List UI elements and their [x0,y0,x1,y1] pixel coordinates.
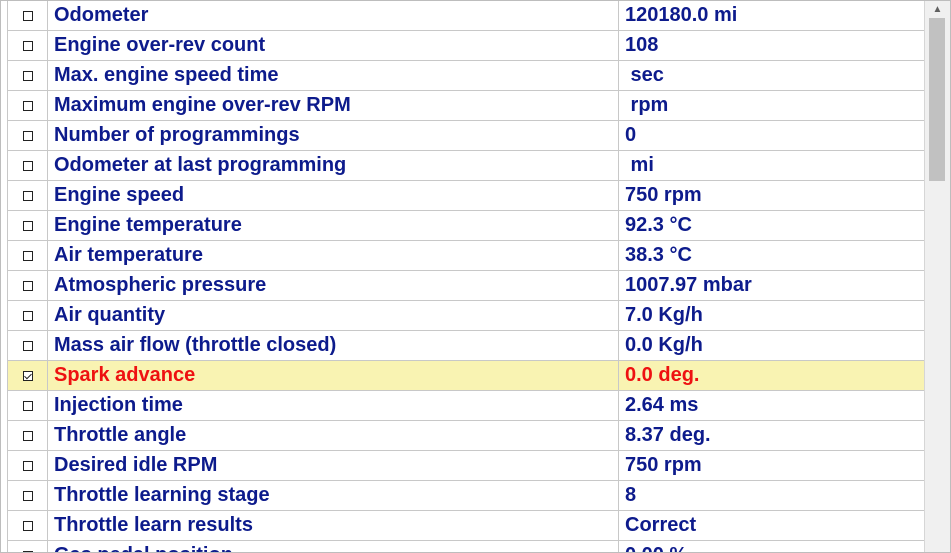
row-checkbox[interactable] [22,340,33,351]
parameter-value: 1007.97 mbar [625,274,752,296]
parameter-name: Air temperature [48,241,619,270]
parameter-value: 120180.0 mi [625,4,738,26]
parameter-value: 0.00 % [619,541,925,552]
parameter-value: 0 [625,124,637,146]
parameter-value: 7.0 Kg/h [625,304,703,326]
row-checkbox-cell[interactable] [8,61,48,90]
row-checkbox-cell[interactable] [8,241,48,270]
parameter-name: Throttle learning stage [48,481,619,510]
table-row[interactable]: Maximum engine over-rev RPM rpm [8,91,925,121]
table-row[interactable]: Throttle learning stage 8 [8,481,925,511]
parameter-value: 0.0 deg. [625,364,700,386]
row-checkbox-cell[interactable] [8,301,48,330]
row-checkbox[interactable] [22,520,33,531]
vertical-scrollbar[interactable]: ▲ [924,1,950,552]
row-checkbox-cell[interactable] [8,331,48,360]
table-row[interactable]: Atmospheric pressure 1007.97 mbar [8,271,925,301]
row-checkbox[interactable] [22,130,33,141]
parameter-name: Maximum engine over-rev RPM [48,91,619,120]
row-checkbox-cell[interactable] [8,31,48,60]
row-checkbox-cell[interactable] [8,181,48,210]
table-row[interactable]: Throttle angle 8.37 deg. [8,421,925,451]
parameter-value: Correct [625,514,697,536]
table-row[interactable]: Odometer at last programming mi [8,151,925,181]
row-checkbox[interactable] [22,280,33,291]
parameter-value: 108 [625,34,659,56]
table-row[interactable]: Throttle learn results Correct [8,511,925,541]
parameter-value: mi [625,154,654,176]
parameter-list-window: Odometer 120180.0 mi Engine over-rev count… [0,0,951,553]
parameter-value: 92.3 °C [625,214,692,236]
row-checkbox[interactable] [22,490,33,501]
row-checkbox[interactable] [22,10,33,21]
row-checkbox-cell[interactable] [8,1,48,30]
parameter-name: Engine temperature [48,211,619,240]
parameter-value: 0.0 Kg/h [625,334,703,356]
row-checkbox-cell[interactable] [8,121,48,150]
row-checkbox[interactable] [22,160,33,171]
row-checkbox[interactable] [22,400,33,411]
table-row[interactable]: Number of programmings 0 [8,121,925,151]
row-checkbox[interactable] [22,100,33,111]
row-checkbox-cell[interactable] [8,421,48,450]
parameter-name: Injection time [48,391,619,420]
row-checkbox[interactable] [22,220,33,231]
row-checkbox-cell[interactable] [8,481,48,510]
table-row[interactable]: Engine speed 750 rpm [8,181,925,211]
parameter-name: Throttle learn results [48,511,619,540]
row-checkbox[interactable] [22,460,33,471]
parameter-name: Odometer at last programming [48,151,619,180]
parameter-value: 38.3 °C [625,244,692,266]
table-row[interactable]: Gas pedal position0.00 % [8,541,925,552]
row-checkbox[interactable] [22,430,33,441]
row-checkbox-cell[interactable] [8,271,48,300]
parameter-name: Air quantity [48,301,619,330]
row-checkbox-cell[interactable] [8,451,48,480]
parameter-table: Odometer 120180.0 mi Engine over-rev count… [7,1,925,552]
table-row[interactable]: Engine temperature 92.3 °C [8,211,925,241]
parameter-value: sec [625,64,664,86]
parameter-name: Number of programmings [48,121,619,150]
row-checkbox-cell[interactable] [8,211,48,240]
table-row[interactable]: Desired idle RPM 750 rpm [8,451,925,481]
parameter-name: Spark advance [48,361,619,390]
table-row[interactable]: Max. engine speed time sec [8,61,925,91]
table-row[interactable]: Engine over-rev count 108 [8,31,925,61]
row-checkbox-cell[interactable] [8,91,48,120]
parameter-value: rpm [625,94,669,116]
row-checkbox[interactable] [22,370,33,381]
parameter-name: Mass air flow (throttle closed) [48,331,619,360]
table-row[interactable]: Mass air flow (throttle closed) 0.0 Kg/h [8,331,925,361]
row-checkbox[interactable] [22,70,33,81]
row-checkbox[interactable] [22,250,33,261]
row-checkbox-cell[interactable] [8,541,48,552]
parameter-name: Gas pedal position [48,541,619,552]
row-checkbox[interactable] [22,40,33,51]
parameter-name: Atmospheric pressure [48,271,619,300]
row-checkbox-cell[interactable] [8,391,48,420]
row-checkbox-cell[interactable] [8,361,48,390]
parameter-name: Odometer [48,1,619,30]
scroll-up-icon[interactable]: ▲ [925,1,950,18]
table-row[interactable]: Air quantity 7.0 Kg/h [8,301,925,331]
parameter-name: Engine over-rev count [48,31,619,60]
parameter-value: 8 [625,484,637,506]
row-checkbox-cell[interactable] [8,151,48,180]
scroll-thumb[interactable] [929,18,945,181]
parameter-value: 750 rpm [625,184,702,206]
row-checkbox[interactable] [22,190,33,201]
parameter-name: Engine speed [48,181,619,210]
parameter-name: Desired idle RPM [48,451,619,480]
parameter-value: 2.64 ms [625,394,699,416]
table-row[interactable]: Injection time 2.64 ms [8,391,925,421]
parameter-value: 750 rpm [625,454,702,476]
row-checkbox[interactable] [22,310,33,321]
table-row[interactable]: Air temperature 38.3 °C [8,241,925,271]
parameter-name: Max. engine speed time [48,61,619,90]
parameter-name: Throttle angle [48,421,619,450]
table-row[interactable]: Odometer 120180.0 mi [8,1,925,31]
row-checkbox-cell[interactable] [8,511,48,540]
parameter-value: 8.37 deg. [625,424,711,446]
table-row[interactable]: Spark advance 0.0 deg. [8,361,925,391]
